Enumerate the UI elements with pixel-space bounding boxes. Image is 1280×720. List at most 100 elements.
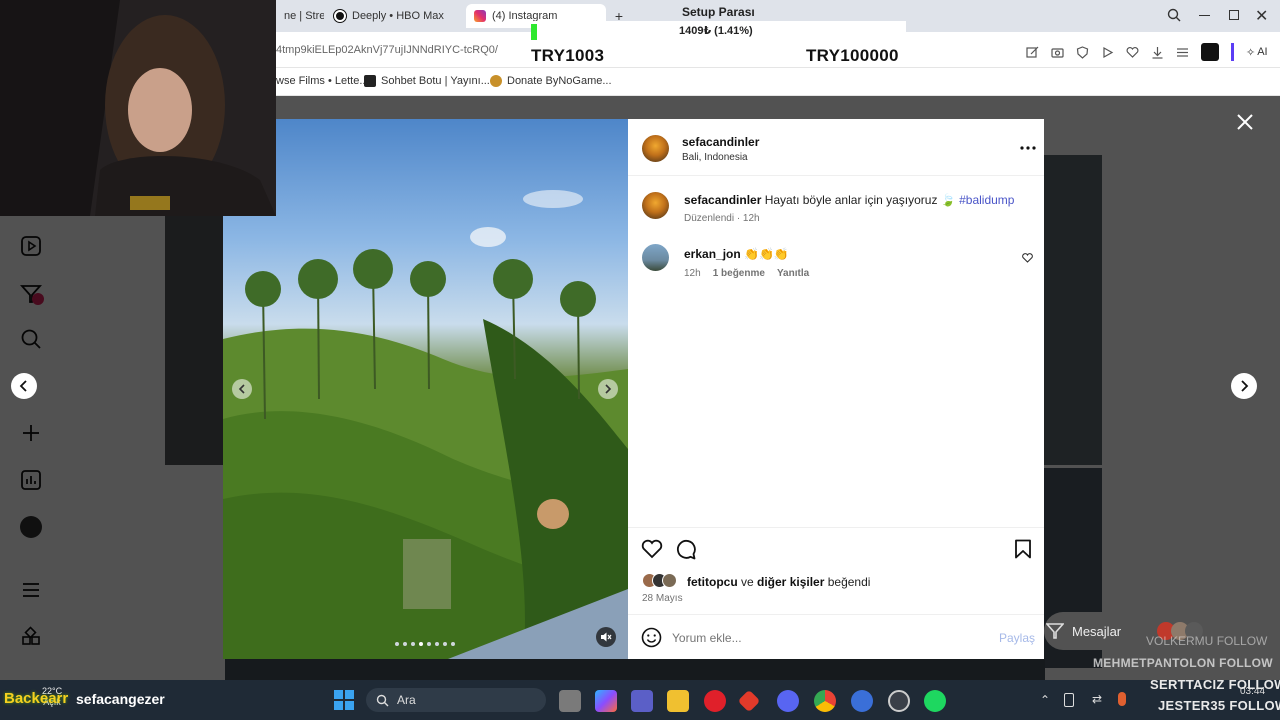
copilot-icon[interactable] (595, 690, 617, 712)
comment-likes[interactable]: 1 beğenme (713, 268, 765, 279)
microphone-icon[interactable] (1118, 692, 1126, 706)
follower-alert: SERTTACIZ FOLLOW (1150, 677, 1280, 692)
camera-icon[interactable] (1051, 46, 1064, 59)
show-hidden-icons[interactable]: ⌃ (1040, 693, 1050, 707)
carousel-dot (435, 642, 439, 646)
menu-list-icon[interactable] (1176, 46, 1189, 59)
profile-icon[interactable] (1201, 43, 1219, 61)
play-icon[interactable] (1101, 46, 1114, 59)
post-date: 28 Mayıs (642, 593, 683, 604)
heart-icon[interactable] (1126, 46, 1139, 59)
save-bookmark-icon[interactable] (1014, 539, 1032, 559)
spotify-icon[interactable] (924, 690, 946, 712)
comment-icon[interactable] (675, 539, 696, 560)
teams-icon[interactable] (631, 690, 653, 712)
more-options-icon[interactable] (1020, 146, 1036, 150)
shield-icon[interactable] (1076, 45, 1089, 59)
bookmark-item[interactable]: wse Films • Lette... (276, 75, 369, 87)
caption-text: Hayatı böyle anlar için yaşıyoruz 🍃 (764, 193, 956, 207)
tab-label: ne | Strea (284, 10, 324, 22)
muted-speaker-icon (600, 631, 612, 643)
bot-icon (364, 75, 376, 87)
media-previous-button[interactable] (232, 379, 252, 399)
divider (628, 527, 1044, 528)
reply-button[interactable]: Yanıtla (777, 268, 809, 279)
mute-button[interactable] (596, 627, 616, 647)
sidebar-toggle-icon[interactable] (1231, 43, 1234, 61)
tab-hbo-max[interactable]: Deeply • HBO Max (326, 4, 464, 28)
post-author-username[interactable]: sefacandinler (682, 135, 759, 149)
restore-button[interactable] (1229, 10, 1239, 20)
previous-post-button[interactable] (11, 373, 37, 399)
taskbar-search[interactable]: Ara (366, 688, 546, 712)
rice-terrace-image (223, 190, 628, 659)
minimize-button[interactable] (1199, 15, 1210, 16)
post-author-avatar[interactable] (642, 135, 669, 162)
close-modal-icon[interactable] (1235, 112, 1255, 132)
liked-by-user[interactable]: fetitopcu (687, 575, 738, 589)
battery-icon[interactable] (1064, 693, 1074, 707)
donation-goal-title: Setup Parası (682, 5, 755, 19)
like-icon[interactable] (641, 539, 663, 559)
download-icon[interactable] (1151, 46, 1164, 59)
share-comment-button[interactable]: Paylaş (999, 631, 1035, 645)
carousel-dot (427, 642, 431, 646)
bookmark-item[interactable]: Sohbet Botu | Yayını... (364, 75, 490, 87)
close-window-button[interactable]: ✕ (1255, 6, 1268, 26)
search-tabs-icon[interactable] (1167, 8, 1181, 22)
media-next-button[interactable] (598, 379, 618, 399)
channel-name: sefacangezer (76, 691, 165, 707)
streamer-image (0, 0, 276, 216)
url-field[interactable]: 4tmp9kiELEp02AknVj77ujIJNNdRIYC-tcRQ0/ (276, 44, 498, 56)
opera-gx-icon[interactable] (704, 690, 726, 712)
post-caption: sefacandinler Hayatı böyle anlar için ya… (684, 193, 1014, 207)
caption-author-avatar[interactable] (642, 192, 669, 219)
ea-app-icon[interactable] (851, 690, 873, 712)
comment-text: 👏👏👏 (744, 247, 789, 261)
liked-by-text: fetitopcu ve diğer kişiler beğendi (687, 575, 871, 589)
tab-label: Deeply • HBO Max (352, 10, 444, 22)
chrome-icon[interactable] (814, 690, 836, 712)
donation-goal-target: TRY100000 (806, 46, 899, 65)
carousel-dot (411, 642, 415, 646)
windows-start-icon[interactable] (334, 690, 354, 710)
post-media[interactable] (223, 119, 628, 659)
task-view-icon[interactable] (559, 690, 581, 712)
liked-by-avatars (642, 573, 677, 588)
divider (628, 614, 1044, 615)
bookmark-item[interactable]: Donate ByNoGame... (490, 75, 612, 87)
comment-input[interactable] (672, 628, 982, 648)
liked-by-others[interactable]: diğer kişiler (757, 575, 824, 589)
caption-username[interactable]: sefacandinler (684, 193, 761, 207)
carousel-dot (443, 642, 447, 646)
obs-icon[interactable] (888, 690, 910, 712)
commenter-avatar[interactable] (642, 244, 669, 271)
language-icon[interactable]: ⇄ (1092, 692, 1102, 706)
caption-edited: Düzenlendi · 12h (684, 213, 760, 224)
instagram-icon (474, 10, 486, 22)
ai-button[interactable]: ✧ AI (1246, 46, 1268, 59)
next-post-button[interactable] (1231, 373, 1257, 399)
file-explorer-icon[interactable] (667, 690, 689, 712)
donation-goal-progress (531, 24, 537, 40)
post-location[interactable]: Bali, Indonesia (682, 152, 748, 163)
browser-toolbar: ✧ AI (1026, 43, 1268, 61)
sparkle-icon: ✧ (1246, 46, 1256, 59)
carousel-dots (395, 642, 455, 646)
carousel-dot (451, 642, 455, 646)
tab-stream[interactable]: ne | Strea (276, 4, 324, 28)
emoji-icon[interactable] (641, 627, 662, 648)
comment: erkan_jon 👏👏👏 (684, 247, 789, 261)
commenter-username[interactable]: erkan_jon (684, 247, 741, 261)
donation-goal-current: TRY1003 (531, 46, 605, 65)
discord-icon[interactable] (777, 690, 799, 712)
like-comment-icon[interactable] (1022, 253, 1033, 263)
caption-hashtag[interactable]: #balidump (959, 193, 1014, 207)
messages-icon (1046, 622, 1064, 640)
edit-icon[interactable] (1026, 46, 1039, 59)
messages-label: Mesajlar (1072, 623, 1122, 639)
streamer-webcam (0, 0, 276, 216)
comment-time: 12h (684, 268, 701, 279)
divider (628, 175, 1044, 176)
chevron-right-icon (604, 384, 612, 394)
